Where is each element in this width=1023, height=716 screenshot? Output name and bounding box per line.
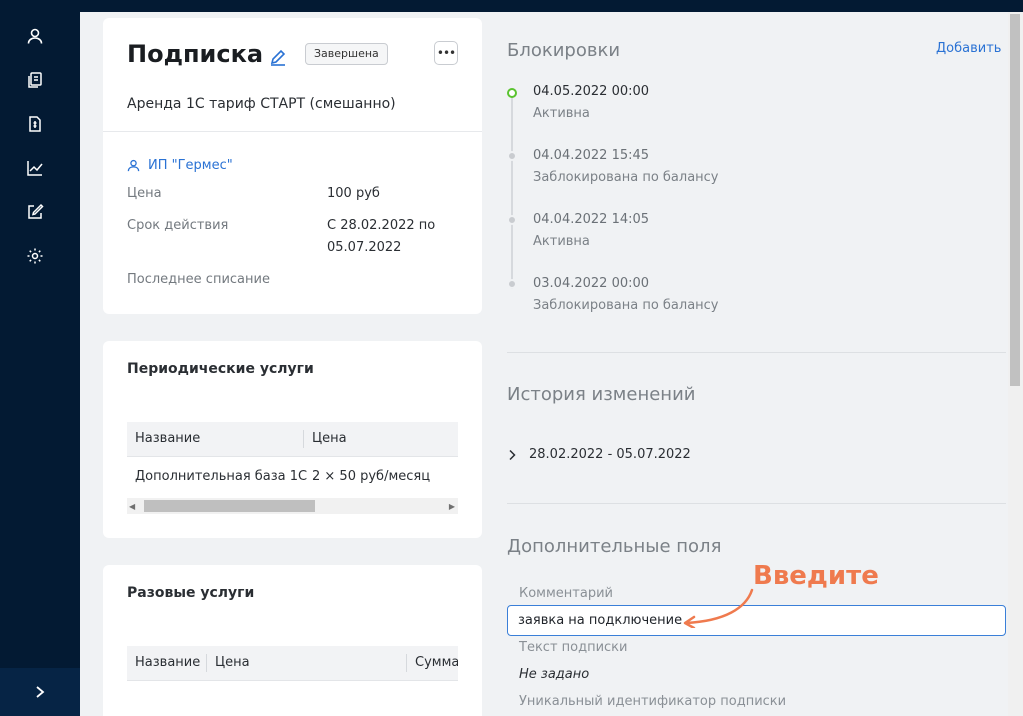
price-value: 100 руб bbox=[327, 186, 380, 201]
user-icon[interactable] bbox=[24, 25, 46, 47]
table-header: Название Цена bbox=[127, 422, 458, 457]
table-row: Дополнительная база 1С 2 × 50 руб/месяц bbox=[127, 457, 458, 500]
text-label: Текст подписки bbox=[519, 640, 628, 655]
text-value: Не задано bbox=[519, 667, 590, 682]
history-period: 28.02.2022 - 05.07.2022 bbox=[529, 447, 691, 462]
block-date: 04.04.2022 15:45 bbox=[533, 148, 650, 163]
one-time-services-title: Разовые услуги bbox=[127, 585, 255, 601]
pencil-icon bbox=[270, 49, 286, 66]
annotation-hint: Введите bbox=[753, 561, 879, 591]
column-price: Цена bbox=[312, 431, 347, 446]
gear-icon[interactable] bbox=[24, 245, 46, 267]
timeline-dot bbox=[507, 215, 517, 225]
more-icon: ••• bbox=[436, 46, 456, 60]
timeline-line bbox=[511, 97, 513, 289]
periodic-services-card: Периодические услуги Название Цена Допол… bbox=[103, 341, 482, 538]
page-title: Подписка bbox=[127, 40, 264, 68]
block-status: Заблокирована по балансу bbox=[533, 170, 719, 185]
edit-icon[interactable] bbox=[24, 201, 46, 223]
client-link[interactable]: ИП "Гермес" bbox=[127, 158, 233, 173]
block-date: 04.05.2022 00:00 bbox=[533, 84, 650, 99]
uid-label: Уникальный идентификатор подписки bbox=[519, 694, 787, 709]
timeline-dot bbox=[507, 151, 517, 161]
divider bbox=[507, 503, 1006, 504]
timeline-dot-active bbox=[507, 88, 517, 98]
row-price: 2 × 50 руб/месяц bbox=[312, 469, 431, 484]
history-period-row[interactable]: 28.02.2022 - 05.07.2022 bbox=[507, 447, 691, 462]
block-date: 04.04.2022 14:05 bbox=[533, 212, 650, 227]
column-separator bbox=[206, 654, 207, 672]
extra-fields-title: Дополнительные поля bbox=[507, 536, 722, 557]
column-name: Название bbox=[135, 655, 201, 670]
tariff-name: Аренда 1С тариф СТАРТ (смешанно) bbox=[127, 96, 396, 112]
edit-title-button[interactable] bbox=[269, 48, 287, 66]
chart-icon[interactable] bbox=[24, 157, 46, 179]
sidebar bbox=[0, 0, 80, 716]
divider bbox=[103, 131, 482, 132]
user-icon bbox=[127, 159, 140, 172]
page-scroll-thumb[interactable] bbox=[1010, 14, 1020, 386]
client-name: ИП "Гермес" bbox=[148, 158, 233, 173]
invoice-icon[interactable] bbox=[24, 113, 46, 135]
annotation-arrow-icon bbox=[683, 588, 754, 628]
add-block-button[interactable]: Добавить bbox=[936, 41, 1001, 56]
block-status: Заблокирована по балансу bbox=[533, 298, 719, 313]
blocks-title: Блокировки bbox=[507, 40, 621, 61]
period-label: Срок действия bbox=[127, 218, 229, 233]
sidebar-expand-button[interactable] bbox=[0, 668, 80, 716]
column-separator bbox=[303, 430, 304, 448]
period-value: С 28.02.2022 по 05.07.2022 bbox=[327, 215, 435, 259]
period-end: 05.07.2022 bbox=[327, 240, 402, 255]
scroll-right-icon[interactable]: ▶ bbox=[449, 502, 455, 511]
last-charge-label: Последнее списание bbox=[127, 272, 270, 287]
comment-label: Комментарий bbox=[519, 586, 613, 601]
table-header: Название Цена Сумма bbox=[127, 646, 458, 681]
top-bar bbox=[80, 0, 1023, 12]
chevron-right-icon bbox=[36, 686, 45, 698]
horizontal-scrollbar[interactable]: ◀ ▶ bbox=[127, 498, 458, 514]
scroll-left-icon[interactable]: ◀ bbox=[129, 502, 135, 511]
periodic-services-title: Периодические услуги bbox=[127, 361, 314, 377]
more-button[interactable]: ••• bbox=[434, 41, 458, 65]
column-sum: Сумма bbox=[415, 655, 458, 670]
column-name: Название bbox=[135, 431, 201, 446]
one-time-services-card: Разовые услуги Название Цена Сумма bbox=[103, 565, 482, 716]
chevron-right-icon bbox=[509, 449, 516, 460]
scroll-thumb[interactable] bbox=[144, 500, 315, 512]
row-name: Дополнительная база 1С bbox=[135, 469, 308, 484]
block-status: Активна bbox=[533, 234, 590, 249]
block-status: Активна bbox=[533, 106, 590, 121]
column-separator bbox=[406, 654, 407, 672]
status-badge: Завершена bbox=[305, 43, 388, 65]
history-title: История изменений bbox=[507, 384, 696, 405]
column-price: Цена bbox=[215, 655, 250, 670]
documents-icon[interactable] bbox=[24, 69, 46, 91]
subscription-card: Подписка Завершена ••• Аренда 1С тариф С… bbox=[103, 18, 482, 314]
divider bbox=[507, 352, 1006, 353]
price-label: Цена bbox=[127, 186, 162, 201]
timeline-dot bbox=[507, 279, 517, 289]
period-start: С 28.02.2022 по bbox=[327, 218, 436, 233]
block-date: 03.04.2022 00:00 bbox=[533, 276, 650, 291]
